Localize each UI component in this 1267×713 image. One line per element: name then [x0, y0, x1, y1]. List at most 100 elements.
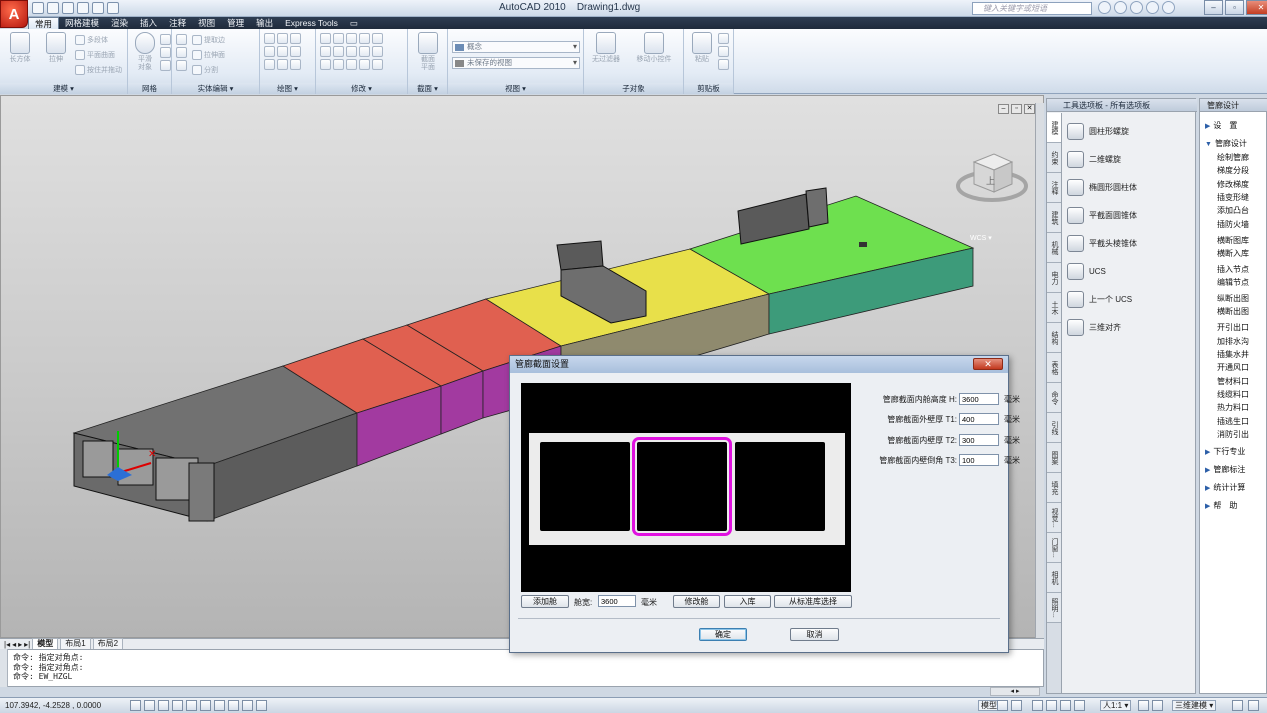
quick-view-drawings-icon[interactable]: [1011, 700, 1022, 711]
rectangle-icon[interactable]: [277, 59, 288, 70]
polar-tracking-icon[interactable]: [172, 700, 183, 711]
array-icon[interactable]: [320, 59, 331, 70]
pipe-menu-item[interactable]: 插逃生口: [1217, 417, 1249, 427]
scale-icon[interactable]: [333, 59, 344, 70]
annotation-visibility-icon[interactable]: [1138, 700, 1149, 711]
pipe-menu-item[interactable]: 添加凸台: [1217, 206, 1249, 216]
copy-clip-icon[interactable]: [718, 46, 729, 57]
spline-icon[interactable]: [277, 46, 288, 57]
undo-icon[interactable]: [77, 2, 89, 14]
subscription-icon[interactable]: [1114, 1, 1127, 14]
palette-tab[interactable]: 视觉...: [1047, 503, 1061, 533]
saved-view-dropdown[interactable]: 未保存的视图: [452, 57, 580, 69]
dynamic-input-icon[interactable]: [228, 700, 239, 711]
extrude-button[interactable]: 拉伸: [42, 32, 70, 64]
panel-title-modeling[interactable]: 建模 ▾: [0, 83, 127, 94]
layout-nav-prev-icon[interactable]: ◂: [12, 640, 16, 649]
union-icon[interactable]: [176, 34, 187, 45]
redo-icon[interactable]: [92, 2, 104, 14]
cabin-cell-1[interactable]: [540, 442, 630, 531]
palette-tab[interactable]: 相机: [1047, 563, 1061, 593]
panel-title-view[interactable]: 视图 ▾: [448, 83, 583, 94]
pipe-menu-item[interactable]: 横断出图: [1217, 307, 1249, 317]
cancel-button[interactable]: 取消: [790, 628, 839, 641]
cabin-cell-3[interactable]: [735, 442, 825, 531]
polyline-icon[interactable]: [277, 33, 288, 44]
region-icon[interactable]: [290, 59, 301, 70]
rotate-icon[interactable]: [333, 33, 344, 44]
copy-icon[interactable]: [320, 46, 331, 57]
favorites-star-icon[interactable]: [1146, 1, 1159, 14]
palette-tab[interactable]: 命令: [1047, 383, 1061, 413]
3d-move-icon[interactable]: [346, 33, 357, 44]
separate-button[interactable]: 分割: [192, 64, 218, 75]
palette-tab[interactable]: 土木: [1047, 293, 1061, 323]
pipe-menu-item[interactable]: 绘制管廊: [1217, 153, 1249, 163]
communication-icon[interactable]: [1130, 1, 1143, 14]
palette-item-previous-ucs[interactable]: 上一个 UCS: [1067, 289, 1132, 309]
mesh-icon[interactable]: [160, 47, 171, 58]
pipe-category[interactable]: ▶ 设 置: [1205, 121, 1237, 132]
palette-tab[interactable]: 注释: [1047, 173, 1061, 203]
polysolid-button[interactable]: 多段体: [75, 34, 108, 45]
section-plane-button[interactable]: 截面 平面: [414, 32, 442, 72]
cabin-height-input[interactable]: [959, 393, 999, 405]
new-file-icon[interactable]: [32, 2, 44, 14]
palette-tab[interactable]: 机械: [1047, 233, 1061, 263]
tab-express-tools[interactable]: Express Tools: [279, 17, 344, 29]
ortho-mode-icon[interactable]: [158, 700, 169, 711]
palette-tab[interactable]: 图案: [1047, 443, 1061, 473]
quick-properties-icon[interactable]: [256, 700, 267, 711]
pipe-category[interactable]: ▼ 管廊设计: [1205, 139, 1247, 150]
workspace-switch-dropdown[interactable]: 三维建模 ▾: [1172, 700, 1217, 711]
inner-chamfer-input[interactable]: [959, 454, 999, 466]
palette-tab[interactable]: 门窗...: [1047, 533, 1061, 563]
pipe-menu-item[interactable]: 插入节点: [1217, 265, 1249, 275]
pipe-menu-item[interactable]: 插防火墙: [1217, 220, 1249, 230]
object-snap-icon[interactable]: [186, 700, 197, 711]
panel-title-modify[interactable]: 修改 ▾: [316, 83, 407, 94]
subtract-icon[interactable]: [176, 47, 187, 58]
arc-icon[interactable]: [264, 46, 275, 57]
viewcube[interactable]: 上 WCS ▾: [950, 148, 1030, 248]
layout-nav-next-icon[interactable]: ▸: [18, 640, 22, 649]
binoculars-icon[interactable]: [1098, 1, 1111, 14]
pipe-menu-item[interactable]: 横断图库: [1217, 236, 1249, 246]
showmotion-icon[interactable]: [1074, 700, 1085, 711]
open-file-icon[interactable]: [47, 2, 59, 14]
quick-view-layouts-icon[interactable]: [997, 700, 1008, 711]
circle-icon[interactable]: [290, 33, 301, 44]
tab-output[interactable]: 输出: [250, 17, 279, 29]
grid-display-icon[interactable]: [144, 700, 155, 711]
pipe-menu-item[interactable]: 热力料口: [1217, 403, 1249, 413]
panel-title-mesh[interactable]: 网格: [128, 83, 171, 94]
dialog-title[interactable]: 管廊截面设置: [510, 356, 1008, 373]
viewport-minimize-button[interactable]: –: [998, 104, 1009, 114]
store-button[interactable]: 入库: [724, 595, 771, 608]
horizontal-scrollbar[interactable]: ◂ ▸: [990, 687, 1040, 696]
viewport-restore-button[interactable]: ▫: [1011, 104, 1022, 114]
stretch-icon[interactable]: [359, 59, 370, 70]
pipe-category[interactable]: ▶ 下行专业: [1205, 447, 1245, 458]
extract-edges-button[interactable]: 提取边: [192, 34, 225, 45]
palette-tab[interactable]: 引线: [1047, 413, 1061, 443]
search-input[interactable]: 键入关键字或短语: [972, 2, 1092, 15]
panel-title-solid-editing[interactable]: 实体编辑 ▾: [172, 83, 259, 94]
mesh-icon[interactable]: [160, 60, 171, 71]
tab-mesh-modeling[interactable]: 网格建模: [59, 17, 105, 29]
toolbar-lock-icon[interactable]: [1232, 700, 1243, 711]
layout-nav-last-icon[interactable]: ▸|: [24, 640, 30, 649]
add-cabin-button[interactable]: 添加舱: [521, 595, 569, 608]
palette-item-helix[interactable]: 圆柱形螺旋: [1067, 121, 1129, 141]
pipe-menu-item[interactable]: 加排水沟: [1217, 337, 1249, 347]
steeringwheel-icon[interactable]: [1060, 700, 1071, 711]
pipe-menu-item[interactable]: 梯度分段: [1217, 166, 1249, 176]
tab-view[interactable]: 视图: [192, 17, 221, 29]
explode-icon[interactable]: [372, 33, 383, 44]
pipe-menu-item[interactable]: 插集水井: [1217, 350, 1249, 360]
ellipse-icon[interactable]: [290, 46, 301, 57]
command-line[interactable]: 命令: 指定对角点: 命令: 指定对角点: 命令: EW_HZGL: [0, 649, 1044, 687]
zoom-icon[interactable]: [1046, 700, 1057, 711]
extrude-faces-button[interactable]: 拉伸面: [192, 49, 225, 60]
pipe-menu-item[interactable]: 开通风口: [1217, 363, 1249, 373]
